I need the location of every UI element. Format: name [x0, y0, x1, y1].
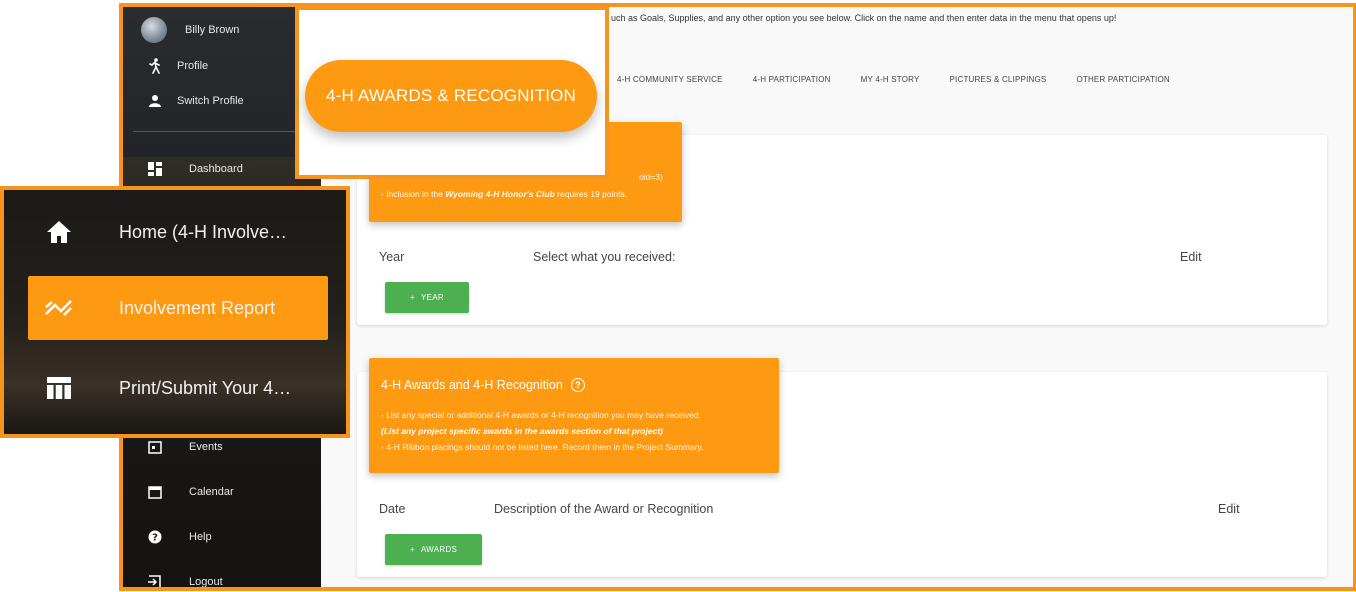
help-icon: ?: [147, 529, 163, 545]
avatar: [141, 17, 167, 43]
points-text: old=3): [639, 172, 663, 182]
table-icon: [44, 373, 74, 403]
add-awards-button[interactable]: + AWARDS: [385, 534, 482, 565]
tab-participation[interactable]: 4-H PARTICIPATION: [753, 75, 831, 84]
sidebar-item-logout[interactable]: Logout: [123, 567, 321, 588]
sidebar-item-label: Dashboard: [189, 163, 243, 175]
trending-icon: [44, 293, 74, 323]
sidebar-item-label: Logout: [189, 576, 223, 588]
plus-icon: +: [410, 293, 415, 302]
logout-icon: [147, 574, 163, 587]
sidebar-item-label: Help: [189, 531, 212, 543]
menu-item-print-submit[interactable]: Print/Submit Your 4…: [4, 358, 346, 418]
sidebar-item-profile[interactable]: Profile: [123, 51, 321, 81]
sidebar-item-label: Switch Profile: [177, 95, 244, 107]
instruction-line-3: - 4-H Ribbon placings should not be list…: [381, 442, 704, 452]
plus-icon: +: [409, 545, 415, 554]
events-icon: [147, 439, 163, 455]
awards-card-header: 4-H Awards and 4-H Recognition ? - List …: [369, 358, 779, 473]
instruction-line-2: (List any project specific awards in the…: [381, 426, 663, 436]
text-fragment: - Inclusion in the: [381, 189, 446, 199]
instruction-line-1: - List any special or additional 4-H awa…: [381, 410, 701, 420]
sidebar-divider: [133, 131, 303, 132]
column-header-select: Select what you received:: [533, 250, 676, 264]
honors-club-text: - Inclusion in the Wyoming 4-H Honor's C…: [381, 189, 627, 199]
menu-item-home[interactable]: Home (4-H Involve…: [4, 202, 346, 262]
dashboard-icon: [147, 161, 163, 177]
column-header-description: Description of the Award or Recognition: [494, 502, 714, 516]
sidebar-item-switch-profile[interactable]: Switch Profile: [123, 86, 321, 116]
awards-card: 4-H Awards and 4-H Recognition ? - List …: [357, 358, 1327, 577]
instructions-text: uch as Goals, Supplies, and any other op…: [611, 13, 1117, 23]
column-header-edit: Edit: [1180, 250, 1202, 264]
menu-item-involvement-report[interactable]: Involvement Report: [28, 276, 328, 340]
column-header-edit: Edit: [1218, 502, 1240, 516]
tab-bar: 4-H COMMUNITY SERVICE 4-H PARTICIPATION …: [617, 75, 1170, 84]
awards-card-title: 4-H Awards and 4-H Recognition ?: [381, 378, 585, 392]
column-header-year: Year: [379, 250, 405, 264]
user-name: Billy Brown: [185, 24, 240, 36]
sidebar-item-dashboard[interactable]: Dashboard: [123, 154, 321, 184]
sidebar-item-label: Profile: [177, 60, 209, 72]
help-icon[interactable]: ?: [570, 378, 585, 392]
honors-club-name: Wyoming 4-H Honor's Club: [445, 189, 555, 199]
sidebar-item-label: Events: [189, 441, 223, 453]
awards-button-callout: 4-H AWARDS & RECOGNITION: [295, 6, 609, 179]
button-label: YEAR: [420, 293, 444, 302]
menu-item-label: Print/Submit Your 4…: [119, 377, 292, 398]
person-icon: [147, 93, 163, 109]
menu-item-label: Home (4-H Involve…: [119, 221, 288, 242]
menu-item-label: Involvement Report: [119, 297, 276, 318]
add-year-button[interactable]: + YEAR: [385, 282, 469, 313]
awards-recognition-button[interactable]: 4-H AWARDS & RECOGNITION: [305, 60, 597, 132]
title-text: 4-H Awards and 4-H Recognition: [381, 378, 563, 392]
text-fragment: requires 19 points.: [554, 189, 628, 199]
tab-community-service[interactable]: 4-H COMMUNITY SERVICE: [617, 75, 723, 84]
tab-pictures-clippings[interactable]: PICTURES & CLIPPINGS: [950, 75, 1047, 84]
home-icon: [44, 217, 74, 247]
tab-other-participation[interactable]: OTHER PARTICIPATION: [1076, 75, 1169, 84]
calendar-icon: [147, 484, 163, 500]
svg-text:?: ?: [152, 533, 158, 544]
sidebar-user[interactable]: Billy Brown: [123, 15, 321, 45]
tab-my-4h-story[interactable]: MY 4-H STORY: [861, 75, 920, 84]
sidebar-item-help[interactable]: ? Help: [123, 522, 321, 552]
menu-callout: Home (4-H Involve… Involvement Report Pr…: [0, 186, 350, 438]
sidebar-item-label: Calendar: [189, 486, 234, 498]
person-walking-icon: [147, 58, 163, 74]
column-header-date: Date: [379, 502, 406, 516]
button-label: AWARDS: [420, 545, 458, 554]
sidebar-item-calendar[interactable]: Calendar: [123, 477, 321, 507]
